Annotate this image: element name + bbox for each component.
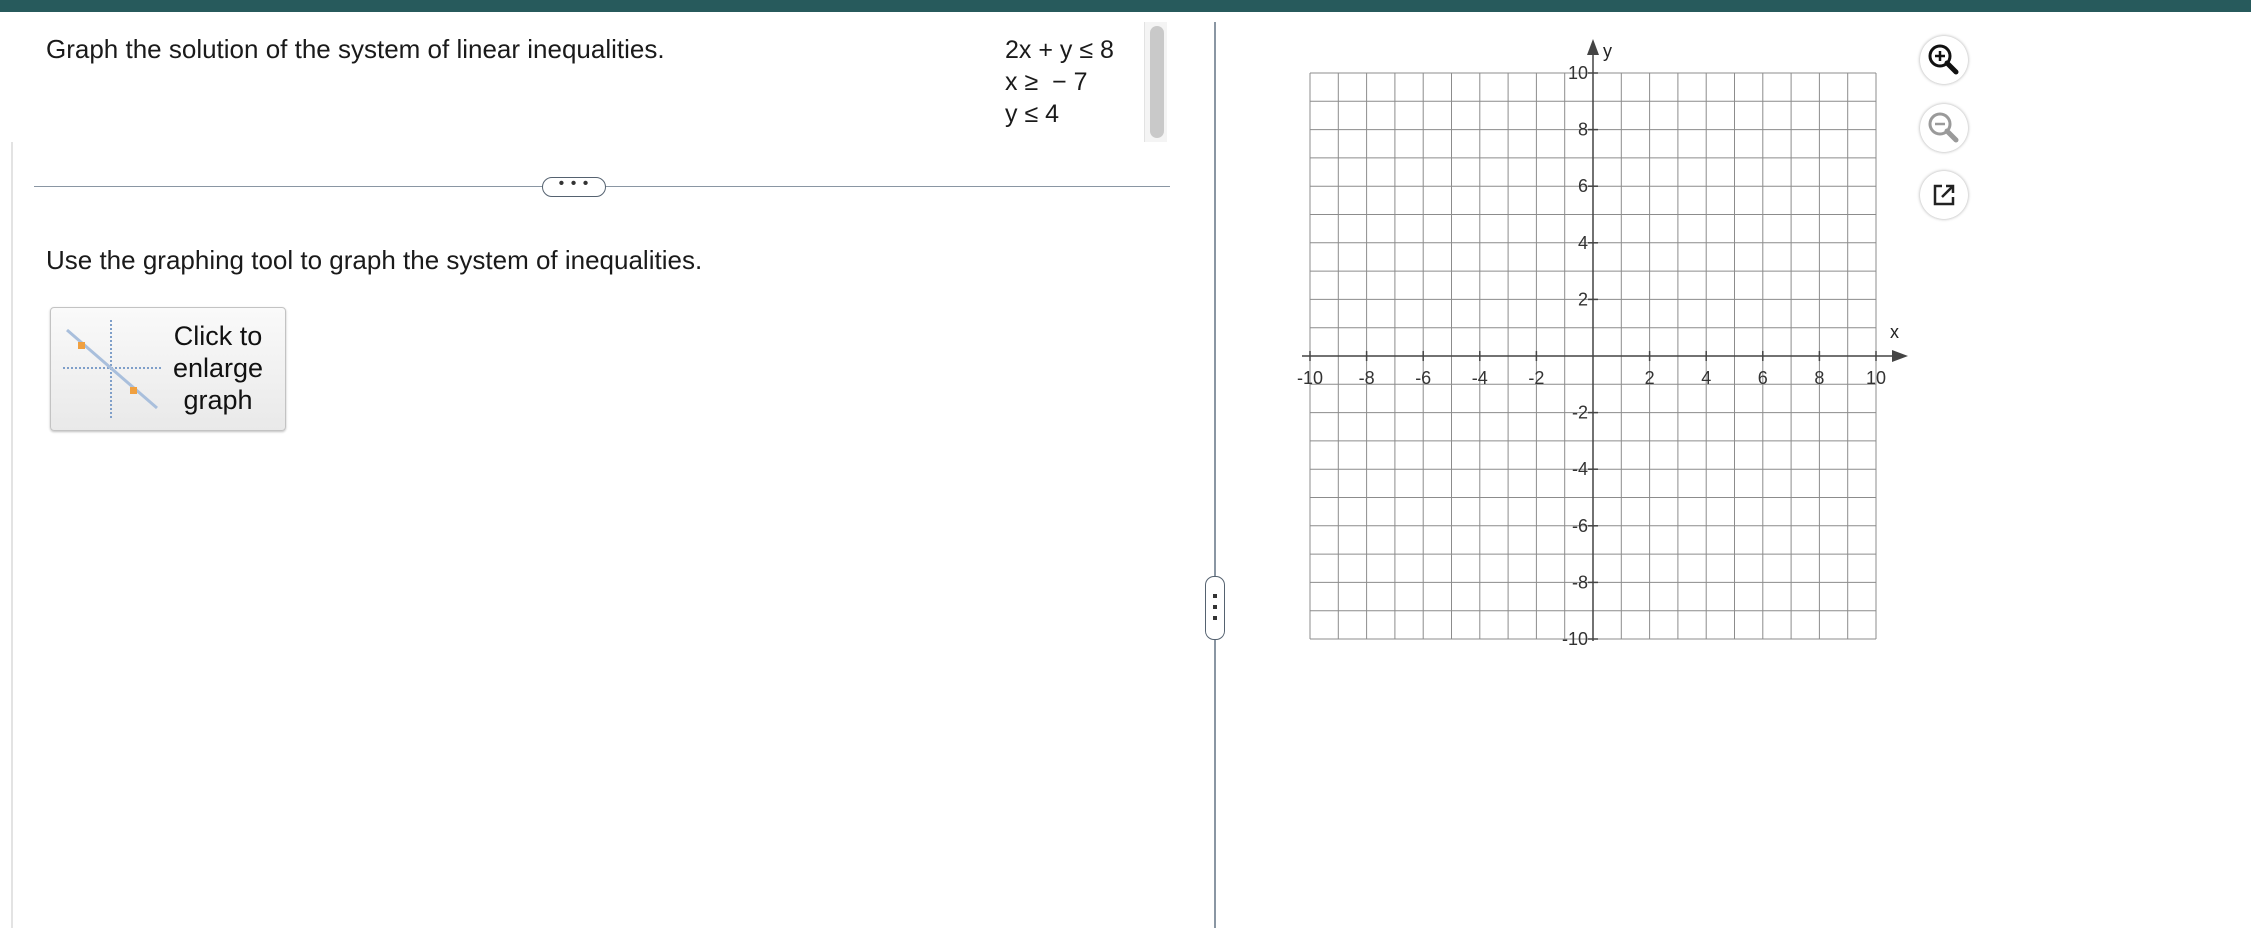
x-tick-label: 8 — [1814, 368, 1824, 388]
y-tick-label: -6 — [1572, 516, 1588, 536]
y-tick-label: 6 — [1578, 176, 1588, 196]
zoom-in-button[interactable] — [1920, 36, 1968, 84]
y-tick-label: 2 — [1578, 289, 1588, 309]
top-bar — [0, 0, 2251, 12]
y-axis-label: y — [1603, 41, 1612, 61]
x-tick-label: 2 — [1645, 368, 1655, 388]
y-tick-label: 8 — [1578, 120, 1588, 140]
zoom-out-button[interactable] — [1920, 104, 1968, 152]
graph-thumbnail-icon — [63, 320, 163, 420]
inequality-1: 2x + y ≤ 8 — [1005, 36, 1114, 64]
x-tick-label: 10 — [1866, 368, 1886, 388]
y-tick-label: -4 — [1572, 459, 1588, 479]
x-tick-label: -2 — [1528, 368, 1544, 388]
question-text: Graph the solution of the system of line… — [46, 34, 665, 64]
x-tick-label: 6 — [1758, 368, 1768, 388]
x-tick-label: 4 — [1701, 368, 1711, 388]
pane-resize-handle[interactable] — [1205, 576, 1225, 640]
zoom-out-icon — [1928, 112, 1959, 143]
left-edge — [11, 142, 13, 928]
enlarge-graph-button[interactable]: Click to enlarge graph — [50, 307, 286, 431]
y-axis-arrow — [1587, 39, 1599, 55]
y-tick-label: 10 — [1568, 63, 1588, 83]
x-tick-label: -6 — [1415, 368, 1431, 388]
scrollbar-thumb[interactable] — [1150, 26, 1164, 138]
x-tick-label: -4 — [1472, 368, 1488, 388]
x-axis-label: x — [1890, 322, 1899, 342]
y-tick-label: 4 — [1578, 233, 1588, 253]
expand-more-button[interactable]: • • • — [542, 176, 606, 197]
inequality-system: 2x + y ≤ 8 x ≥ − 7 y ≤ 4 — [1005, 34, 1114, 130]
coordinate-graph[interactable]: x y -10 -8 -6 -4 -2 2 4 6 8 10 10 8 6 4 2 -2 -4 -6 -8 -10 — [1290, 38, 1930, 658]
popout-icon — [1933, 184, 1955, 206]
zoom-in-icon — [1928, 44, 1959, 75]
y-tick-label: -8 — [1572, 572, 1588, 592]
pane-divider — [1214, 22, 1216, 928]
popout-button[interactable] — [1920, 171, 1968, 219]
instruction-text: Use the graphing tool to graph the syste… — [46, 245, 703, 275]
x-tick-label: -8 — [1359, 368, 1375, 388]
inequality-3: y ≤ 4 — [1005, 100, 1060, 128]
inequality-2: x ≥ − 7 — [1005, 68, 1088, 96]
enlarge-graph-label: Click to enlarge graph — [172, 321, 264, 415]
x-axis-arrow — [1892, 350, 1908, 362]
y-tick-label: -2 — [1572, 403, 1588, 423]
y-tick-label: -10 — [1562, 629, 1588, 649]
x-tick-label: -10 — [1297, 368, 1323, 388]
